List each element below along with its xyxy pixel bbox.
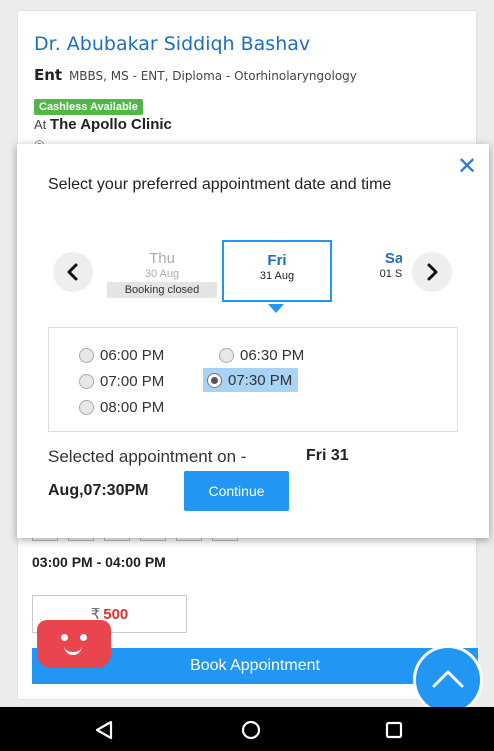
radio-button[interactable] — [79, 347, 94, 363]
date-card-sat[interactable]: Sa 01 Se — [339, 240, 402, 302]
date-card-fri[interactable]: Fri 31 Aug — [222, 240, 332, 302]
chat-bot-eye — [61, 634, 68, 641]
date-date: 31 Aug — [259, 270, 295, 282]
radio-button-checked[interactable] — [207, 372, 222, 388]
date-day: Thu — [149, 250, 175, 267]
home-circle-icon[interactable] — [240, 719, 262, 741]
close-icon[interactable]: ✕ — [457, 152, 477, 181]
time-slot-label: 07:00 PM — [100, 372, 165, 390]
doctor-qualifications: MBBS, MS - ENT, Diploma - Otorhinolaryng… — [68, 69, 357, 83]
previous-date-button[interactable] — [53, 252, 93, 292]
time-slot-list: 06:00 PM 06:30 PM 07:00 PM 07:30 PM 08:0… — [48, 327, 458, 432]
modal-title: Select your preferred appointment date a… — [48, 176, 392, 193]
doctor-name[interactable]: Dr. Abubakar Siddiqh Bashav — [34, 33, 310, 55]
scroll-to-top-button[interactable] — [413, 645, 483, 715]
chevron-up-icon — [432, 670, 464, 688]
chat-bot-eye — [80, 634, 87, 641]
time-slot-label: 06:00 PM — [100, 346, 165, 364]
at-label: At — [34, 117, 47, 132]
time-slot[interactable]: 08:00 PM — [79, 395, 164, 419]
date-day: Fri — [267, 252, 287, 269]
radio-button[interactable] — [219, 347, 234, 363]
android-nav-bar — [0, 707, 494, 751]
date-strip: Thu 30 Aug Booking closed Fri 31 Aug Sa … — [107, 240, 402, 304]
time-range: 03:00 PM - 04:00 PM — [32, 554, 166, 570]
clinic-name[interactable]: The Apollo Clinic — [50, 116, 172, 133]
time-slot[interactable]: 07:00 PM — [79, 369, 164, 393]
date-date: 30 Aug — [144, 268, 180, 280]
doctor-specialty-line: Ent MBBS, MS - ENT, Diploma - Otorhinola… — [34, 66, 357, 84]
time-slot-label: 08:00 PM — [100, 398, 165, 416]
chat-bot-mouth — [64, 646, 82, 655]
continue-button[interactable]: Continue — [184, 471, 289, 511]
chevron-right-icon — [427, 263, 438, 281]
time-slot-label: 06:30 PM — [240, 346, 305, 364]
selected-appointment-date: Fri 31 — [306, 447, 349, 464]
booking-closed-label: Booking closed — [107, 282, 217, 298]
time-slot[interactable]: 06:30 PM — [219, 343, 304, 367]
next-date-button[interactable] — [412, 252, 452, 292]
recents-square-icon[interactable] — [383, 719, 405, 741]
time-slot-label: 07:30 PM — [228, 371, 293, 389]
chat-bot-icon[interactable] — [37, 620, 111, 668]
selected-date-pointer — [268, 304, 284, 313]
cashless-badge: Cashless Available — [34, 99, 143, 115]
fee-amount: 500 — [103, 606, 129, 623]
back-triangle-icon[interactable] — [93, 719, 115, 741]
doctor-specialty: Ent — [34, 66, 63, 84]
date-card-thu: Thu 30 Aug Booking closed — [107, 240, 217, 302]
time-slot-selected[interactable]: 07:30 PM — [203, 368, 299, 392]
chevron-left-icon — [67, 263, 78, 281]
selected-appointment-time: Aug,07:30PM — [48, 482, 149, 499]
date-date: 01 Se — [379, 268, 402, 280]
selected-appointment-label: Selected appointment on - — [48, 447, 247, 466]
time-slot[interactable]: 06:00 PM — [79, 343, 164, 367]
radio-button[interactable] — [79, 373, 94, 389]
clinic-line: At The Apollo Clinic — [34, 116, 172, 133]
appointment-modal: ✕ Select your preferred appointment date… — [17, 144, 489, 538]
radio-button[interactable] — [79, 399, 94, 415]
date-day: Sa — [384, 250, 402, 267]
